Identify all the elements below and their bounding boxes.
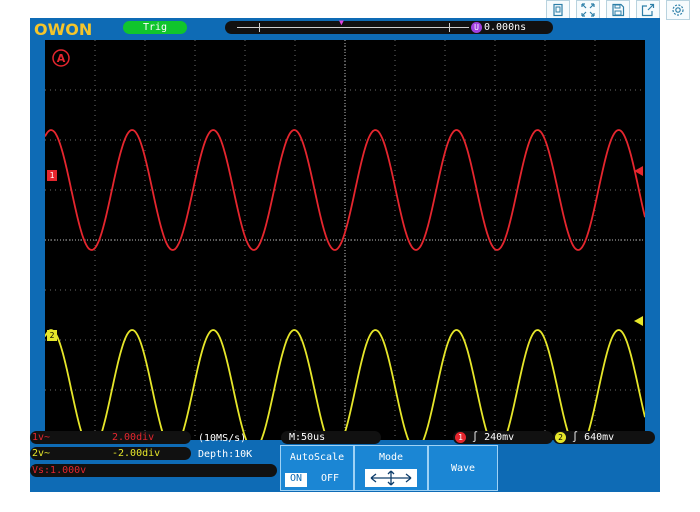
ch1-scale: 2.00div: [112, 432, 155, 443]
svg-text:A: A: [57, 52, 66, 65]
ch1-scale-box: 1v~ 2.00div: [30, 431, 191, 444]
timebase-box: M:50us: [281, 431, 381, 444]
autoscale-label: AutoScale: [289, 452, 345, 463]
autoscale-off[interactable]: OFF: [307, 473, 353, 487]
viewer-toolbar: [546, 0, 690, 20]
memory-position-bar: ▼: [225, 18, 483, 34]
measure-box: Vs:1.000v: [30, 464, 277, 477]
mode-arrows-icon: [365, 469, 417, 487]
ch2-trigger-box: 2 ∫ 640mv: [553, 431, 655, 444]
autoscale-button[interactable]: AutoScale ON OFF: [280, 445, 354, 491]
ch2-trigger-level-arrow[interactable]: [634, 316, 643, 326]
autoscale-toggle[interactable]: ON OFF: [285, 473, 353, 487]
ch1-trigger-level-arrow[interactable]: [634, 166, 643, 176]
ch2-trigger-readout: 2 ∫ 640mv: [555, 431, 614, 444]
mode-label: Mode: [378, 452, 404, 463]
channel-a-icon: A: [52, 49, 70, 67]
oscilloscope-display: OWON Trig ▼ U 0.000ns 1 2 A 1v~ 2.00div …: [30, 18, 660, 492]
ch1-trigger-readout: 1 ∫ 240mv: [455, 431, 514, 444]
timebase: M:50us: [289, 432, 326, 443]
wave-button[interactable]: Wave: [428, 445, 498, 491]
ch2-scale-box: 2v~ -2.00div: [30, 447, 191, 460]
ch2-scale: -2.00div: [112, 448, 161, 459]
sample-rate: (10MS/s): [198, 433, 247, 444]
ch1-trigger-box: 1 ∫ 240mv: [453, 431, 553, 444]
ch1-measure: Vs:1.000v: [32, 465, 87, 476]
share-icon[interactable]: [636, 0, 660, 20]
brand-logo: OWON: [34, 20, 93, 39]
ch2-offset-marker[interactable]: 2: [47, 330, 57, 341]
page-icon[interactable]: [546, 0, 570, 20]
horizontal-position-readout: U 0.000ns: [469, 21, 553, 34]
ch1-coupling: 1v~: [32, 432, 51, 443]
horizontal-position-value: 0.000ns: [484, 22, 527, 33]
trigger-status: Trig: [123, 21, 187, 34]
settings-icon[interactable]: [666, 0, 690, 20]
ch2-coupling: 2v~: [32, 448, 51, 459]
save-icon[interactable]: [606, 0, 630, 20]
trigger-position-marker: ▼: [339, 18, 344, 27]
ch1-trigger-value: 240mv: [484, 432, 515, 443]
autoscale-on[interactable]: ON: [285, 473, 307, 487]
memory-depth: Depth:10K: [198, 449, 253, 460]
wave-label: Wave: [450, 463, 476, 474]
mode-button[interactable]: Mode: [354, 445, 428, 491]
waveform-plot: [45, 40, 645, 440]
expand-icon[interactable]: [576, 0, 600, 20]
waveform-screen: 1 2 A: [45, 40, 645, 440]
ch2-trigger-value: 640mv: [584, 432, 615, 443]
horizontal-marker-icon: U: [471, 22, 482, 33]
ch1-offset-marker[interactable]: 1: [47, 170, 57, 181]
